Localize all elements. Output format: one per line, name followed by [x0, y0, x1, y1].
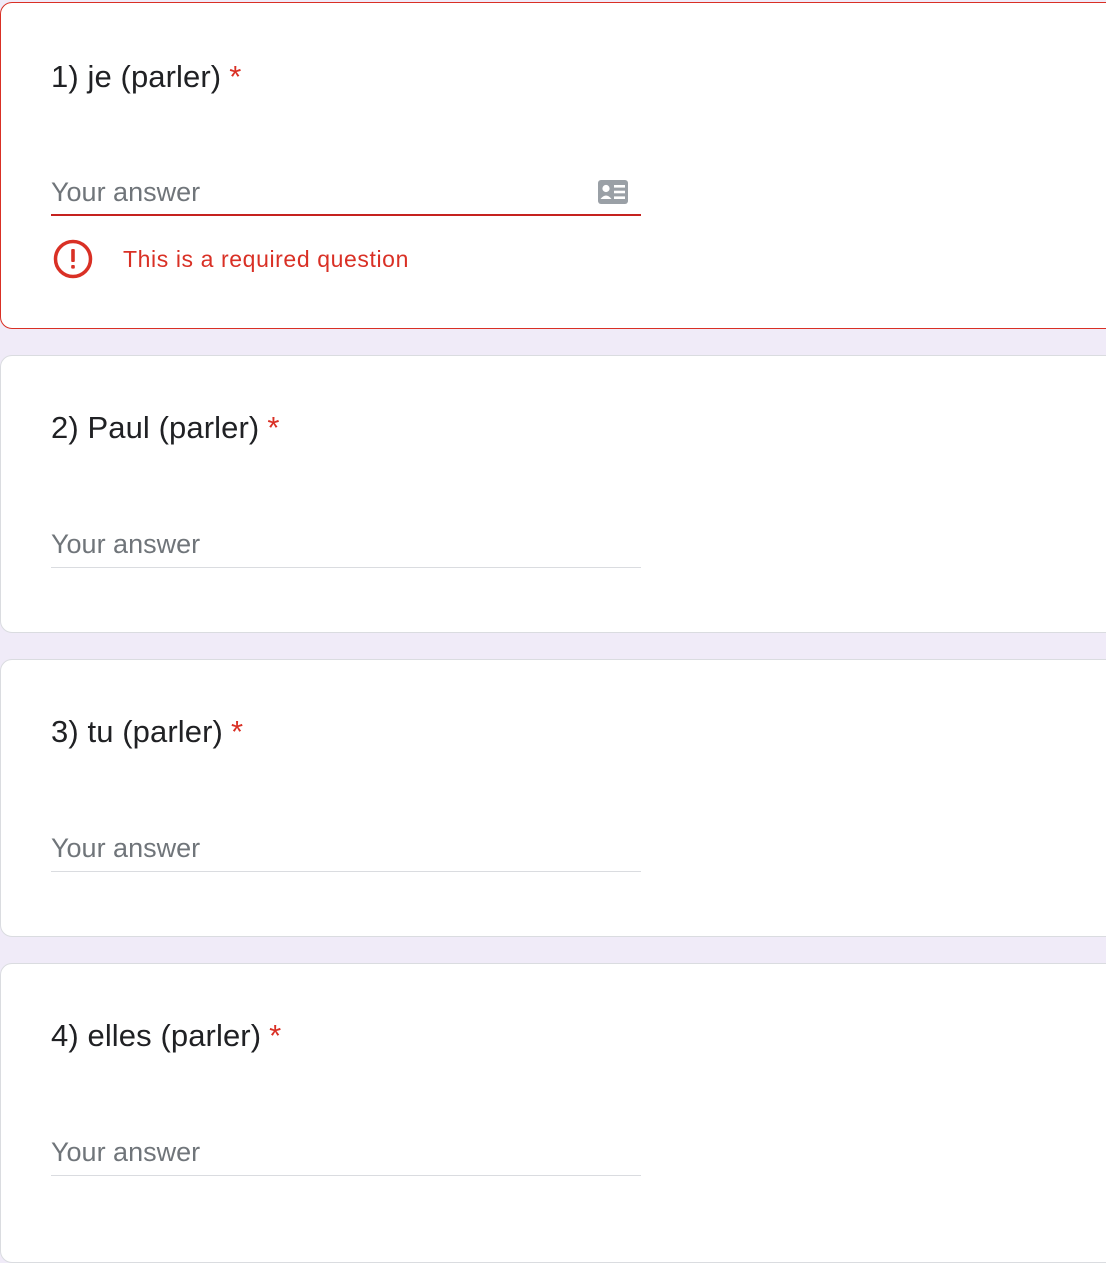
question-card-2: 2) Paul (parler) * [0, 355, 1106, 633]
error-exclamation-icon [53, 239, 93, 279]
question-card-3: 3) tu (parler) * [0, 659, 1106, 937]
required-asterisk: * [267, 410, 280, 445]
question-title-text: 2) Paul (parler) [51, 410, 260, 445]
question-title-text: 3) tu (parler) [51, 714, 223, 749]
answer-field-3[interactable] [51, 826, 641, 872]
question-title-1: 1) je (parler) * [51, 59, 241, 95]
question-title-text: 1) je (parler) [51, 59, 222, 94]
question-title-2: 2) Paul (parler) * [51, 410, 280, 446]
answer-input-3[interactable] [51, 826, 591, 870]
question-card-4: 4) elles (parler) * [0, 963, 1106, 1263]
question-title-3: 3) tu (parler) * [51, 714, 243, 750]
answer-field-2[interactable] [51, 522, 641, 568]
contact-card-icon[interactable] [597, 179, 629, 205]
answer-input-2[interactable] [51, 522, 591, 566]
required-asterisk: * [269, 1018, 282, 1053]
answer-input-1[interactable] [51, 170, 591, 214]
answer-input-4[interactable] [51, 1130, 591, 1174]
error-message: This is a required question [123, 245, 409, 272]
question-title-text: 4) elles (parler) [51, 1018, 262, 1053]
answer-field-1[interactable] [51, 170, 641, 216]
error-message-row: This is a required question [53, 239, 409, 279]
required-asterisk: * [229, 59, 242, 94]
question-title-4: 4) elles (parler) * [51, 1018, 281, 1054]
required-asterisk: * [230, 714, 244, 749]
question-card-1: 1) je (parler)* This is a required quest… [0, 2, 1106, 329]
answer-field-4[interactable] [51, 1130, 641, 1176]
